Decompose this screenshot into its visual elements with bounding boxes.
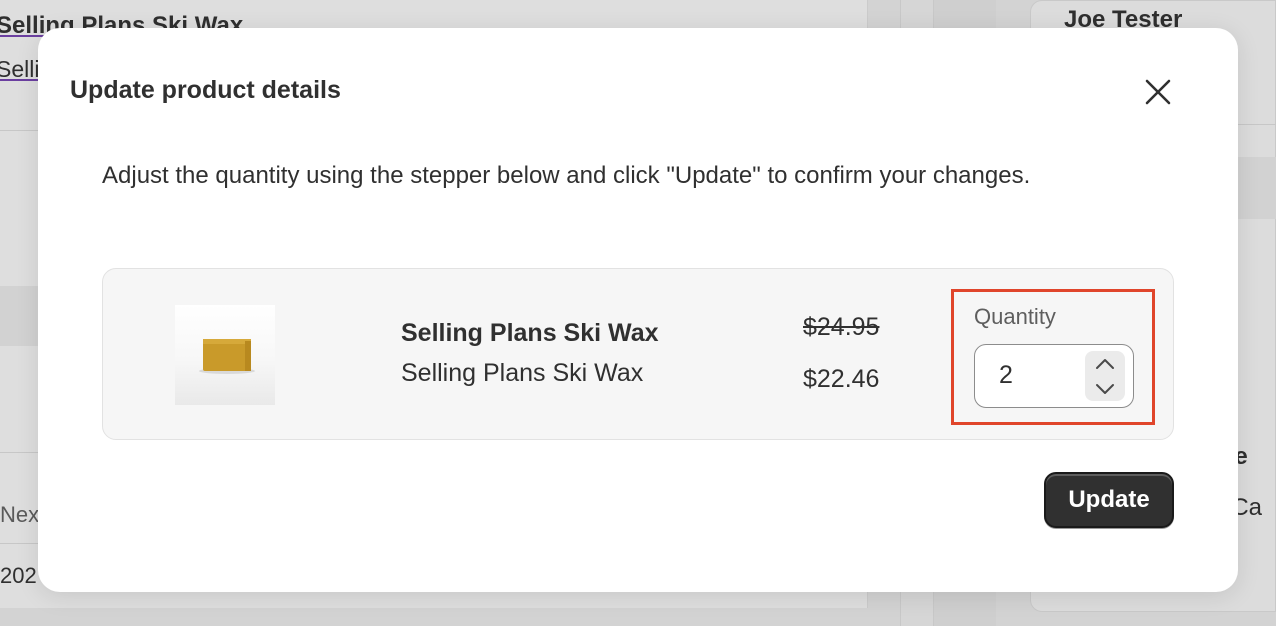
background-divider — [0, 452, 38, 453]
background-year: 202 — [0, 563, 37, 588]
quantity-value[interactable]: 2 — [999, 361, 1013, 390]
update-button[interactable]: Update — [1044, 472, 1174, 528]
ski-wax-image — [199, 339, 255, 374]
update-product-dialog: Update product details Adjust the quanti… — [38, 28, 1238, 592]
dialog-description: Adjust the quantity using the stepper be… — [102, 162, 1031, 189]
original-price: $24.95 — [803, 313, 880, 341]
background-divider — [0, 130, 38, 131]
product-card: Selling Plans Ski Wax Selling Plans Ski … — [102, 268, 1174, 440]
quantity-highlight: Quantity 2 — [951, 289, 1155, 425]
product-image — [175, 305, 275, 405]
decrement-button[interactable] — [1085, 376, 1125, 401]
background-divider — [0, 543, 38, 544]
background-row — [1238, 157, 1276, 219]
stepper-controls — [1085, 351, 1125, 401]
background-product-sub: Selli — [0, 56, 40, 82]
close-button[interactable] — [1142, 76, 1174, 108]
product-variant: Selling Plans Ski Wax — [401, 359, 644, 387]
quantity-label: Quantity — [974, 304, 1056, 329]
background-row — [0, 286, 38, 346]
current-price: $22.46 — [803, 365, 880, 393]
background-next-label: Nex — [0, 502, 40, 527]
chevron-up-icon — [1096, 358, 1114, 369]
close-icon — [1145, 79, 1171, 105]
product-name: Selling Plans Ski Wax — [401, 319, 659, 347]
chevron-down-icon — [1096, 383, 1114, 394]
quantity-stepper[interactable]: 2 — [974, 344, 1134, 408]
background-divider — [1238, 124, 1276, 125]
dialog-title: Update product details — [70, 76, 341, 104]
increment-button[interactable] — [1085, 351, 1125, 376]
